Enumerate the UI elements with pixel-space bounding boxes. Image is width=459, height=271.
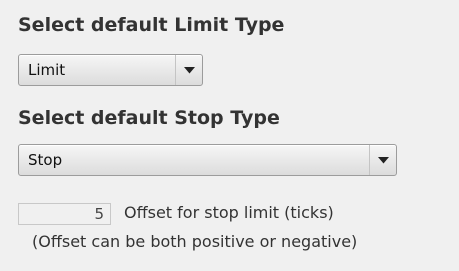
limit-type-dropdown[interactable]: Limit — [18, 54, 203, 86]
limit-type-heading: Select default Limit Type — [18, 14, 285, 36]
stop-type-selected-value: Stop — [28, 151, 63, 169]
offset-note: (Offset can be both positive or negative… — [32, 232, 358, 251]
offset-label: Offset for stop limit (ticks) — [124, 203, 334, 222]
chevron-down-icon — [183, 66, 195, 73]
dropdown-button[interactable] — [175, 55, 202, 85]
limit-type-selected-value: Limit — [28, 61, 66, 79]
dropdown-button[interactable] — [369, 145, 396, 175]
chevron-down-icon — [377, 156, 389, 163]
offset-input[interactable] — [18, 203, 111, 225]
stop-type-heading: Select default Stop Type — [18, 107, 280, 129]
stop-type-dropdown[interactable]: Stop — [18, 144, 397, 176]
